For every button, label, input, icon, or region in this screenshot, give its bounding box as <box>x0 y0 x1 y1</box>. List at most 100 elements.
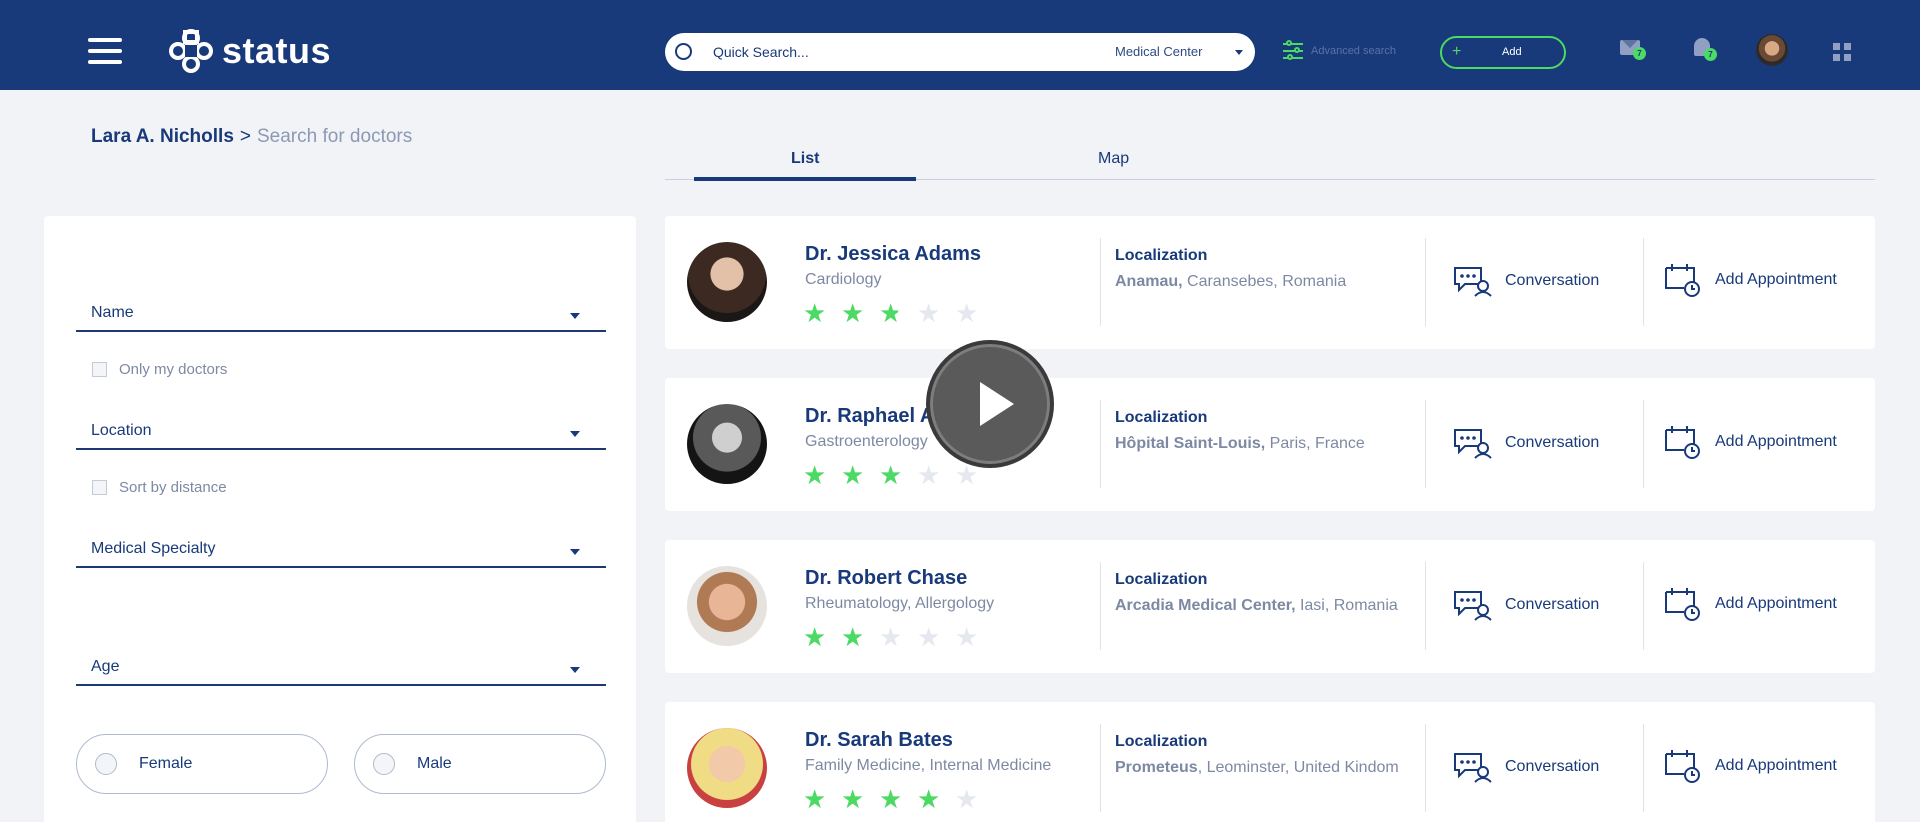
plus-icon: + <box>1452 43 1462 60</box>
doctor-photo[interactable] <box>687 566 767 646</box>
location-select-label: Location <box>91 422 152 439</box>
doctor-name[interactable]: Dr. Raphael A <box>805 405 934 428</box>
doctor-photo[interactable] <box>687 242 767 322</box>
mail-icon[interactable]: 7 <box>1620 40 1646 60</box>
female-radio[interactable]: Female <box>76 734 328 794</box>
conversation-button[interactable]: Conversation <box>1453 426 1599 460</box>
card-divider <box>1643 400 1644 488</box>
notifications-badge: 7 <box>1704 48 1717 61</box>
star-icon: ★ <box>955 784 979 814</box>
card-divider <box>1100 724 1101 812</box>
conversation-label: Conversation <box>1505 272 1600 289</box>
conversation-button[interactable]: Conversation <box>1453 264 1599 298</box>
card-divider <box>1425 238 1426 326</box>
localization-place: Prometeus <box>1115 759 1198 776</box>
localization-title: Localization <box>1115 409 1208 426</box>
sort-by-distance-checkbox[interactable]: Sort by distance <box>92 479 227 496</box>
logo[interactable]: status <box>168 28 331 74</box>
card-divider <box>1643 724 1644 812</box>
chevron-down-icon <box>570 667 580 673</box>
checkbox-icon[interactable] <box>92 480 107 495</box>
quick-search: Medical Center <box>665 33 1255 71</box>
only-my-doctors-checkbox[interactable]: Only my doctors <box>92 361 227 378</box>
add-label: Add <box>1502 46 1522 58</box>
user-avatar[interactable] <box>1756 34 1788 66</box>
add-appointment-button[interactable]: Add Appointment <box>1663 424 1837 460</box>
doctor-specialty: Rheumatology, Allergology <box>805 595 995 612</box>
breadcrumb-user[interactable]: Lara A. Nicholls <box>91 126 234 147</box>
star-icon: ★ <box>917 298 941 328</box>
menu-icon[interactable] <box>88 38 122 64</box>
play-icon <box>980 382 1014 426</box>
chat-icon <box>1454 429 1492 459</box>
card-divider <box>1425 724 1426 812</box>
medical-specialty-select[interactable]: Medical Specialty <box>76 528 606 568</box>
doctor-specialty: Cardiology <box>805 271 882 288</box>
tab-list[interactable]: List <box>791 150 819 168</box>
add-appointment-label: Add Appointment <box>1715 595 1837 612</box>
doctor-name[interactable]: Dr. Jessica Adams <box>805 243 981 266</box>
card-divider <box>1425 400 1426 488</box>
radio-icon[interactable] <box>95 753 117 775</box>
chevron-down-icon[interactable] <box>1235 50 1243 55</box>
apps-grid-icon[interactable] <box>1833 43 1851 61</box>
add-button[interactable]: + Add <box>1440 36 1566 69</box>
tab-map[interactable]: Map <box>1098 150 1129 168</box>
calendar-clock-icon <box>1665 426 1700 459</box>
star-icon: ★ <box>841 784 865 814</box>
star-icon: ★ <box>955 298 979 328</box>
name-select-label: Name <box>91 304 134 321</box>
conversation-label: Conversation <box>1505 434 1600 451</box>
star-icon: ★ <box>841 622 865 652</box>
star-icon: ★ <box>803 784 827 814</box>
add-appointment-button[interactable]: Add Appointment <box>1663 262 1837 298</box>
card-divider <box>1100 562 1101 650</box>
localization-title: Localization <box>1115 571 1208 588</box>
age-select[interactable]: Age <box>76 646 606 686</box>
localization-title: Localization <box>1115 247 1208 264</box>
doctor-name[interactable]: Dr. Sarah Bates <box>805 729 953 752</box>
doctor-card[interactable]: Dr. Jessica Adams Cardiology ★ ★ ★ ★ ★ Local… <box>665 216 1875 349</box>
star-icon: ★ <box>803 622 827 652</box>
top-bar: status Medical Center Advanced search + … <box>0 0 1920 90</box>
star-icon: ★ <box>803 298 827 328</box>
conversation-button[interactable]: Conversation <box>1453 588 1599 622</box>
localization-title: Localization <box>1115 733 1208 750</box>
conversation-label: Conversation <box>1505 758 1600 775</box>
male-label: Male <box>417 755 452 772</box>
localization-place: Anamau, <box>1115 273 1183 290</box>
radio-icon[interactable] <box>373 753 395 775</box>
star-icon: ★ <box>917 460 941 490</box>
add-appointment-button[interactable]: Add Appointment <box>1663 748 1837 784</box>
doctor-rating: ★ ★ ★ ★ ★ <box>803 624 993 650</box>
doctor-photo[interactable] <box>687 404 767 484</box>
add-appointment-button[interactable]: Add Appointment <box>1663 586 1837 622</box>
doctor-card[interactable]: Dr. Sarah Bates Family Medicine, Interna… <box>665 702 1875 822</box>
name-select[interactable]: Name <box>76 292 606 332</box>
breadcrumb: Lara A. Nicholls > Search for doctors <box>91 126 412 148</box>
advanced-search-button[interactable]: Advanced search <box>1283 40 1396 62</box>
only-my-doctors-label: Only my doctors <box>119 361 228 378</box>
chevron-down-icon <box>570 549 580 555</box>
card-divider <box>1643 238 1644 326</box>
doctor-card[interactable]: Dr. Raphael A Gastroenterology ★ ★ ★ ★ ★ Loc… <box>665 378 1875 511</box>
male-radio[interactable]: Male <box>354 734 606 794</box>
doctor-photo[interactable] <box>687 728 767 808</box>
location-select[interactable]: Location <box>76 410 606 450</box>
search-scope-select[interactable]: Medical Center <box>1115 44 1202 59</box>
doctor-card[interactable]: Dr. Robert Chase Rheumatology, Allergolo… <box>665 540 1875 673</box>
brand-name: status <box>222 30 332 71</box>
conversation-button[interactable]: Conversation <box>1453 750 1599 784</box>
star-icon: ★ <box>879 784 903 814</box>
star-icon: ★ <box>955 622 979 652</box>
doctor-name[interactable]: Dr. Robert Chase <box>805 567 967 590</box>
checkbox-icon[interactable] <box>92 362 107 377</box>
localization-text: Anamau, Caransebes, Romania <box>1115 270 1415 293</box>
search-input[interactable] <box>713 42 1043 62</box>
add-appointment-label: Add Appointment <box>1715 433 1837 450</box>
card-divider <box>1100 238 1101 326</box>
localization-city: Paris, France <box>1265 435 1365 452</box>
bell-icon[interactable]: 7 <box>1694 38 1717 61</box>
chat-icon <box>1454 267 1492 297</box>
video-play-button[interactable] <box>926 340 1054 468</box>
